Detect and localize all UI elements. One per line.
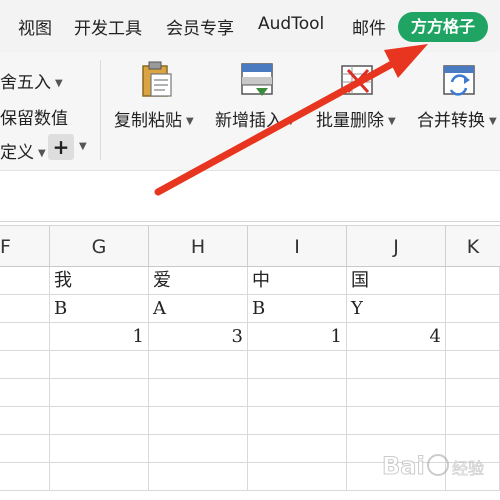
grid-cell[interactable]: 4 [347,323,446,351]
grid-cell[interactable] [50,351,149,379]
grid-cell[interactable] [149,435,248,463]
grid-cell[interactable] [0,435,50,463]
grid-cell[interactable]: 中 [248,267,347,295]
grid-cell[interactable] [446,295,500,323]
chevron-down-icon: ▼ [388,115,396,127]
grid-cell[interactable] [0,351,50,379]
merge-convert-button[interactable]: 合并转换 ▼ [417,106,497,131]
grid-cell[interactable] [0,379,50,407]
chevron-down-icon: ▼ [287,115,295,127]
tab-member-exclusive[interactable]: 会员专享 [166,14,234,39]
grid-cell[interactable]: 1 [50,323,149,351]
keep-values-label: 保留数值 [0,109,68,129]
tab-audtool[interactable]: AudTool [258,14,324,34]
tab-developer-tools[interactable]: 开发工具 [74,14,142,39]
chevron-down-icon: ▼ [55,77,63,89]
column-header-f[interactable]: F [0,225,50,267]
grid-cell[interactable] [446,323,500,351]
column-header-k[interactable]: K [446,225,500,267]
grid-cell[interactable]: Y [347,295,446,323]
custom-define-label: 定义 [0,143,34,163]
grid-cell[interactable] [149,351,248,379]
ribbon-separator [100,60,101,160]
grid-cell[interactable] [446,379,500,407]
grid-cell[interactable] [0,407,50,435]
svg-text:Bai: Bai [382,452,425,480]
grid-cell[interactable] [347,407,446,435]
round-label: 舍五入 [0,73,51,93]
tab-mail[interactable]: 邮件 [352,14,386,39]
clipboard-paste-icon[interactable] [137,60,177,100]
grid-cell[interactable] [50,407,149,435]
grid-cell[interactable] [50,435,149,463]
grid-cell[interactable] [0,267,50,295]
grid-cell[interactable] [50,379,149,407]
chevron-down-icon[interactable]: ▼ [79,141,87,152]
keep-values-button[interactable]: 保留数值 [0,104,68,129]
column-header-g[interactable]: G [50,225,149,267]
chevron-down-icon: ▼ [489,115,497,127]
grid-cell[interactable] [248,351,347,379]
grid-cell[interactable]: 我 [50,267,149,295]
grid-cell[interactable] [446,351,500,379]
grid-cell[interactable] [149,379,248,407]
batch-delete-label: 批量删除 [316,111,384,131]
grid-cell[interactable] [149,407,248,435]
grid-cell[interactable] [248,463,347,491]
grid-cell[interactable] [347,379,446,407]
merge-convert-icon[interactable] [440,60,480,100]
grid-cell[interactable] [149,463,248,491]
tab-fangfanggezi[interactable]: 方方格子 [398,12,488,42]
grid-cell[interactable]: B [50,295,149,323]
copy-paste-label: 复制粘贴 [114,111,182,131]
insert-label: 新增插入 [215,111,283,131]
grid-cell[interactable]: 国 [347,267,446,295]
column-header-j[interactable]: J [347,225,446,267]
grid-cell[interactable] [248,407,347,435]
grid-cell[interactable] [0,463,50,491]
ribbon-tab-bar: 视图 开发工具 会员专享 AudTool 邮件 方方格子 [0,0,500,52]
grid-cell[interactable] [50,463,149,491]
grid-cell[interactable] [248,435,347,463]
baidu-watermark-logo: Bai 经验 [382,452,485,481]
plus-icon[interactable]: + [48,134,74,160]
insert-button[interactable]: 新增插入 ▼ [215,106,295,131]
grid-cell[interactable] [446,407,500,435]
grid-cell[interactable]: 3 [149,323,248,351]
copy-paste-button[interactable]: 复制粘贴 ▼ [114,106,194,131]
grid-cell[interactable]: 爱 [149,267,248,295]
grid-cell[interactable]: A [149,295,248,323]
merge-convert-label: 合并转换 [417,111,485,131]
grid-cell[interactable] [0,295,50,323]
grid-cell[interactable]: B [248,295,347,323]
column-header-h[interactable]: H [149,225,248,267]
round-button[interactable]: 舍五入 ▼ [0,68,63,93]
chevron-down-icon: ▼ [38,147,46,159]
chevron-down-icon: ▼ [186,115,194,127]
formula-bar[interactable] [0,170,500,222]
insert-rows-icon[interactable] [238,60,278,100]
grid-cell[interactable] [347,351,446,379]
tab-view[interactable]: 视图 [18,14,52,39]
column-header-i[interactable]: I [248,225,347,267]
grid-cell[interactable] [248,379,347,407]
batch-delete-button[interactable]: 批量删除 ▼ [316,106,396,131]
batch-delete-icon[interactable] [338,60,378,100]
grid-cell[interactable]: 1 [248,323,347,351]
custom-define-button[interactable]: 定义 ▼ [0,138,46,163]
grid-cell[interactable] [446,267,500,295]
grid-cell[interactable] [0,323,50,351]
svg-text:经验: 经验 [452,459,484,478]
